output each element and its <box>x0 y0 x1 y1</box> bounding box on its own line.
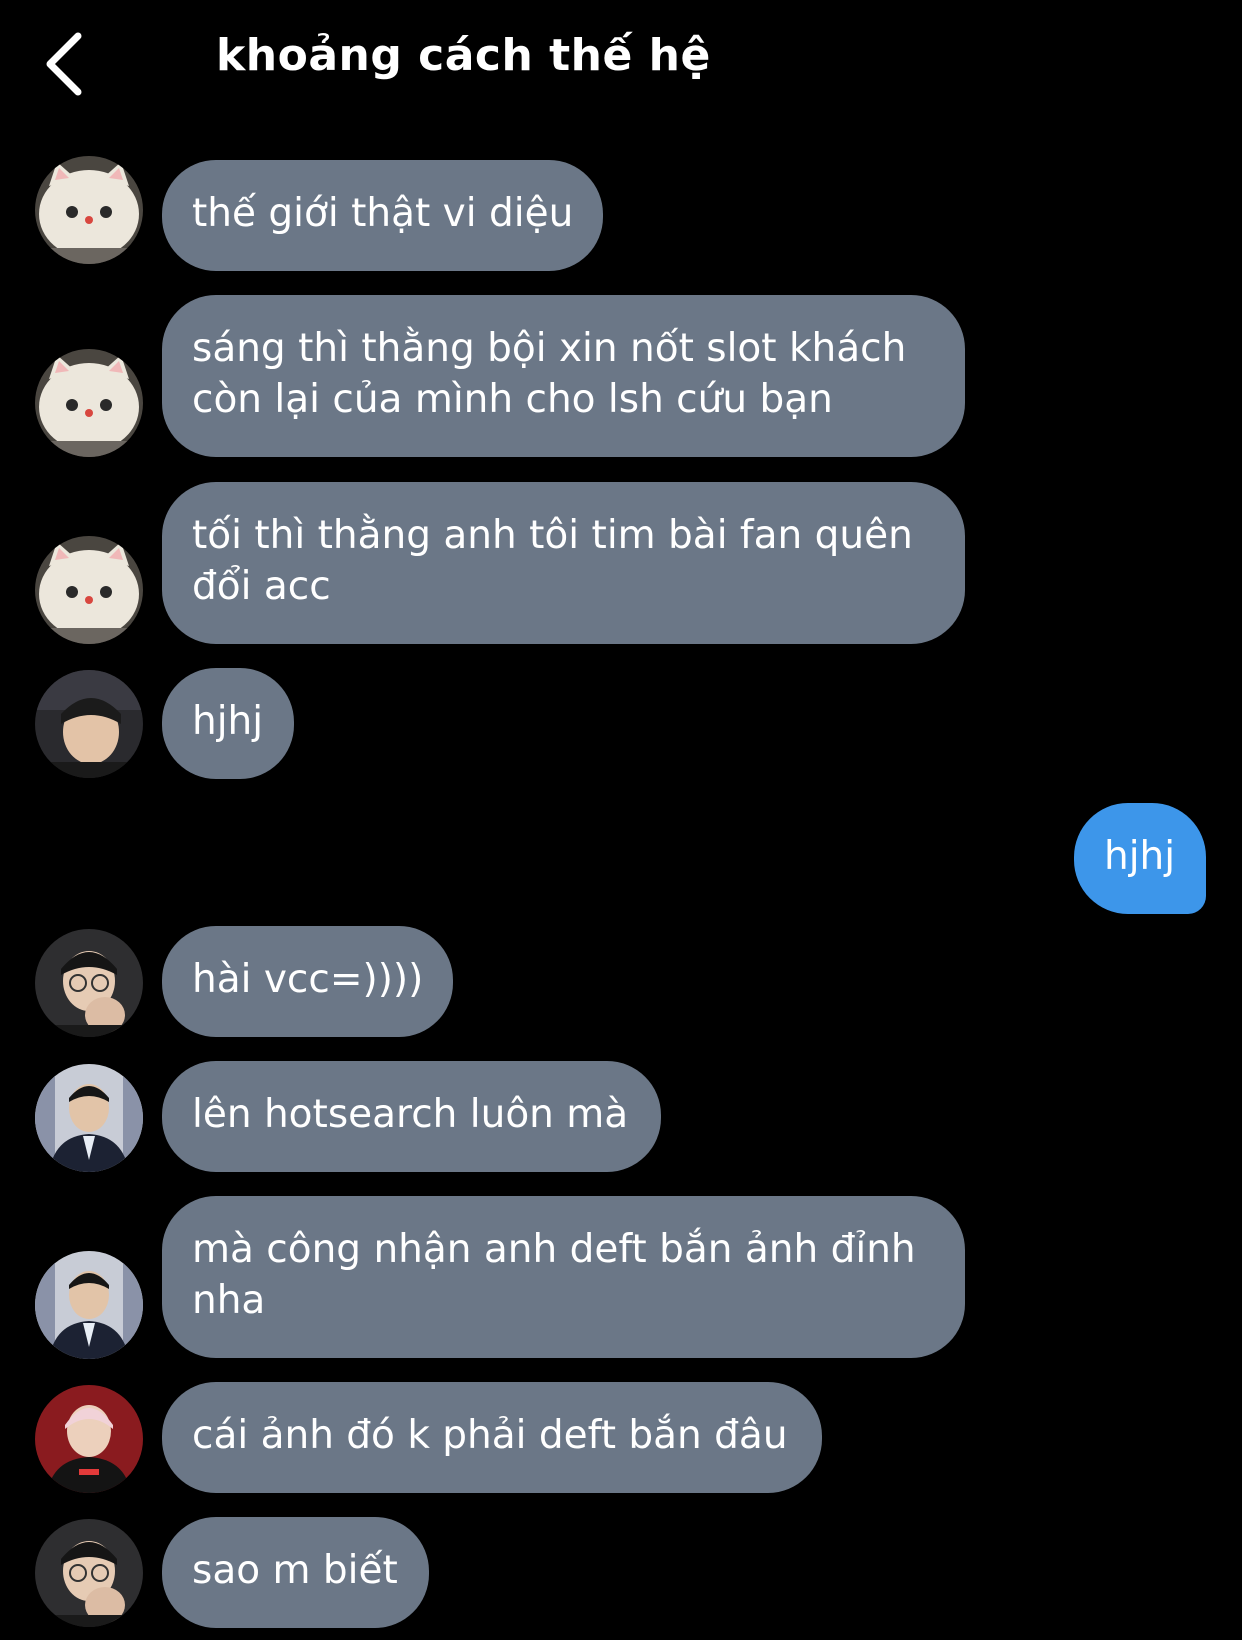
message-text: sáng thì thằng bội xin nốt slot khách <box>192 326 907 371</box>
avatar-cat-plush[interactable] <box>35 156 143 264</box>
message-text: hjhj <box>192 699 264 744</box>
message-bubble[interactable]: sáng thì thằng bội xin nốt slot khách cò… <box>162 295 965 457</box>
avatar-cat-plush[interactable] <box>35 536 143 644</box>
message-text: nha <box>192 1278 266 1323</box>
avatar-person[interactable] <box>35 670 143 778</box>
message-bubble[interactable]: cái ảnh đó k phải deft bắn đâu <box>162 1382 822 1493</box>
message-text: hjhj <box>1104 834 1176 879</box>
avatar-person-suit[interactable] <box>35 1064 143 1172</box>
message-bubble[interactable]: mà công nhận anh deft bắn ảnh đỉnh nha <box>162 1196 965 1358</box>
message-bubble[interactable]: lên hotsearch luôn mà <box>162 1061 661 1172</box>
message-bubble[interactable]: tối thì thằng anh tôi tim bài fan quên đ… <box>162 482 965 644</box>
message-bubble[interactable]: hài vcc=)))) <box>162 926 453 1037</box>
avatar-person-jersey[interactable] <box>35 1385 143 1493</box>
message-text: thế giới thật vi diệu <box>192 191 574 236</box>
message-text: lên hotsearch luôn mà <box>192 1092 629 1137</box>
message-text: hài vcc=)))) <box>192 957 424 1002</box>
avatar-cat-plush[interactable] <box>35 349 143 457</box>
chat-title: khoảng cách thế hệ <box>216 30 711 81</box>
message-text: sao m biết <box>192 1548 398 1593</box>
message-text: mà công nhận anh deft bắn ảnh đỉnh <box>192 1227 916 1272</box>
message-bubble[interactable]: thế giới thật vi diệu <box>162 160 603 271</box>
message-text: cái ảnh đó k phải deft bắn đâu <box>192 1413 788 1458</box>
outgoing-message-bubble[interactable]: hjhj <box>1074 803 1206 914</box>
avatar-person-glasses[interactable] <box>35 929 143 1037</box>
avatar-person-suit[interactable] <box>35 1251 143 1359</box>
message-text: còn lại của mình cho lsh cứu bạn <box>192 377 833 422</box>
avatar-person-glasses[interactable] <box>35 1519 143 1627</box>
message-bubble[interactable]: sao m biết <box>162 1517 429 1628</box>
message-text: đổi acc <box>192 564 331 609</box>
chevron-left-icon <box>46 32 82 96</box>
message-bubble[interactable]: hjhj <box>162 668 294 779</box>
message-text: tối thì thằng anh tôi tim bài fan quên <box>192 513 913 558</box>
chat-header: khoảng cách thế hệ <box>0 0 1242 130</box>
back-button[interactable] <box>40 28 96 100</box>
